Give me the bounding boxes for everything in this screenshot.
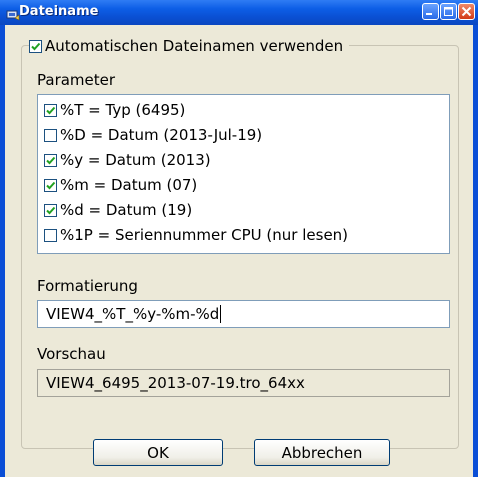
checkmark-icon <box>46 181 56 189</box>
title-bar[interactable]: Dateiname <box>0 0 478 25</box>
minimize-icon <box>426 13 432 15</box>
list-item[interactable]: %D = Datum (2013-Jul-19) <box>44 124 262 146</box>
minimize-button[interactable] <box>422 3 439 20</box>
window-title: Dateiname <box>19 4 99 19</box>
parameter-checkbox[interactable] <box>44 153 57 167</box>
checkmark-icon <box>31 42 41 50</box>
close-button[interactable] <box>458 3 475 20</box>
preview-value: VIEW4_6495_2013-07-19.tro_64xx <box>46 374 305 392</box>
parameter-checkbox[interactable] <box>44 103 57 117</box>
auto-filename-checkbox[interactable] <box>29 39 42 53</box>
preview-heading: Vorschau <box>37 345 106 363</box>
dialog-window: Dateiname Automatischen Dateinamen verwe… <box>0 0 478 477</box>
parameter-label: %1P = Seriennummer CPU (nur lesen) <box>60 226 349 244</box>
cancel-button-label: Abbrechen <box>281 443 363 462</box>
list-item[interactable]: %m = Datum (07) <box>44 174 197 196</box>
auto-filename-label: Automatischen Dateinamen verwenden <box>45 37 344 55</box>
parameter-checkbox[interactable] <box>44 203 57 217</box>
text-caret <box>220 305 222 323</box>
checkmark-icon <box>46 156 56 164</box>
app-icon <box>6 6 20 21</box>
auto-filename-option[interactable]: Automatischen Dateinamen verwenden <box>29 34 350 58</box>
parameter-checkbox[interactable] <box>44 228 57 242</box>
formatting-value: VIEW4_%T_%y-%m-%d <box>46 305 220 323</box>
maximize-button[interactable] <box>440 3 457 20</box>
parameter-checkbox[interactable] <box>44 128 57 142</box>
parameter-heading: Parameter <box>37 71 116 89</box>
parameter-label: %y = Datum (2013) <box>60 151 211 169</box>
list-item[interactable]: %y = Datum (2013) <box>44 149 211 171</box>
parameter-label: %D = Datum (2013-Jul-19) <box>60 126 263 144</box>
ok-button[interactable]: OK <box>93 439 223 466</box>
parameter-label: %m = Datum (07) <box>60 176 198 194</box>
ok-button-label: OK <box>147 443 169 462</box>
parameter-list[interactable]: %T = Typ (6495) %D = Datum (2013-Jul-19)… <box>37 94 450 254</box>
formatting-input[interactable]: VIEW4_%T_%y-%m-%d <box>37 300 450 328</box>
formatting-heading: Formatierung <box>37 277 138 295</box>
parameter-label: %T = Typ (6495) <box>60 101 186 119</box>
checkmark-icon <box>46 206 56 214</box>
parameter-checkbox[interactable] <box>44 178 57 192</box>
list-item[interactable]: %1P = Seriennummer CPU (nur lesen) <box>44 224 348 246</box>
close-icon <box>461 6 472 17</box>
preview-field: VIEW4_6495_2013-07-19.tro_64xx <box>37 369 450 397</box>
dialog-body: Automatischen Dateinamen verwenden Param… <box>5 25 473 477</box>
list-item[interactable]: %T = Typ (6495) <box>44 99 185 121</box>
checkmark-icon <box>46 106 56 114</box>
cancel-button[interactable]: Abbrechen <box>254 439 390 466</box>
parameter-label: %d = Datum (19) <box>60 201 193 219</box>
list-item[interactable]: %d = Datum (19) <box>44 199 192 221</box>
maximize-icon <box>444 7 453 16</box>
